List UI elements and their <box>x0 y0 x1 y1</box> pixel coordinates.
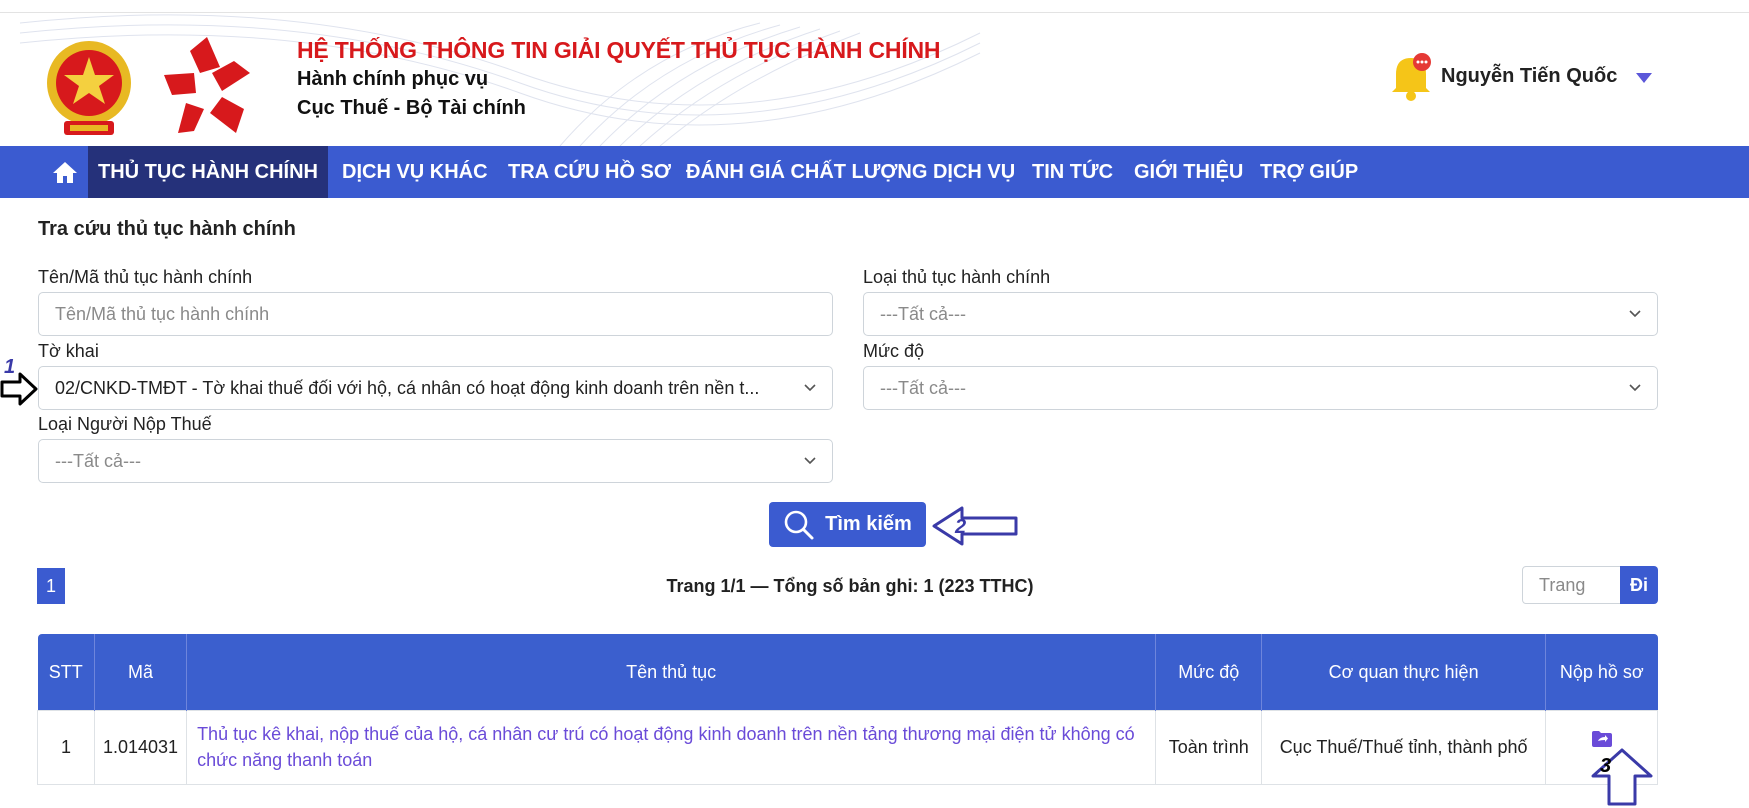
row-code: 1.014031 <box>93 709 188 785</box>
row-agency: Cục Thuế/Thuế tỉnh, thành phố <box>1261 709 1547 785</box>
nav-item-service-quality-rating[interactable]: ĐÁNH GIÁ CHẤT LƯỢNG DỊCH VỤ <box>676 146 1025 198</box>
column-header-stt: STT <box>37 634 95 710</box>
folder-submit-icon[interactable] <box>1591 730 1613 748</box>
column-header-name: Tên thủ tục <box>186 634 1157 710</box>
annotation-number-2: 2 <box>955 516 967 538</box>
nav-item-help[interactable]: TRỢ GIÚP <box>1250 146 1368 198</box>
system-title: HỆ THỐNG THÔNG TIN GIẢI QUYẾT THỦ TỤC HÀ… <box>297 37 941 63</box>
chevron-down-icon <box>1629 310 1641 318</box>
nav-item-administrative-procedures[interactable]: THỦ TỤC HÀNH CHÍNH <box>88 146 328 198</box>
header-swirl-decoration <box>19 14 981 146</box>
annotation-arrow-left-icon <box>932 506 1018 546</box>
column-header-code: Mã <box>94 634 188 710</box>
national-emblem-logo <box>47 41 131 135</box>
header-subtitle-service: Hành chính phục vụ <box>297 68 489 90</box>
goto-page-input[interactable]: Trang <box>1522 566 1621 604</box>
site-header: HỆ THỐNG THÔNG TIN GIẢI QUYẾT THỦ TỤC HÀ… <box>0 13 1749 146</box>
chevron-down-icon <box>1629 384 1641 392</box>
nav-item-about[interactable]: GIỚI THIỆU <box>1124 146 1253 198</box>
chevron-down-icon <box>804 384 816 392</box>
nav-item-news[interactable]: TIN TỨC <box>1022 146 1123 198</box>
annotation-arrow-right-icon <box>0 372 38 406</box>
header-subtitle-agency: Cục Thuế - Bộ Tài chính <box>297 97 526 119</box>
chevron-down-icon <box>804 457 816 465</box>
administrative-reform-logo <box>164 37 250 133</box>
notification-bell-icon[interactable] <box>1388 50 1434 102</box>
column-header-level: Mức độ <box>1155 634 1263 710</box>
nav-item-dossier-lookup[interactable]: TRA CỨU HỒ SƠ <box>498 146 681 198</box>
section-title: Tra cứu thủ tục hành chính <box>38 218 296 240</box>
row-level: Toàn trình <box>1155 709 1263 785</box>
user-name[interactable]: Nguyễn Tiến Quốc <box>1441 65 1617 88</box>
pagination-summary: Trang 1/1 — Tổng số bản ghi: 1 (223 TTHC… <box>666 576 1034 596</box>
name-code-label: Tên/Mã thủ tục hành chính <box>38 267 253 287</box>
annotation-number-3: 3 <box>1600 755 1612 777</box>
column-header-submit: Nộp hồ sơ <box>1545 634 1658 710</box>
search-button-label: Tìm kiếm <box>825 513 912 535</box>
search-button[interactable]: Tìm kiếm <box>769 502 926 547</box>
procedure-type-select[interactable]: ---Tất cả--- <box>863 292 1658 336</box>
table-row: 1 1.014031 Thủ tục kê khai, nộp thuế của… <box>37 709 1658 785</box>
procedure-type-label: Loại thủ tục hành chính <box>863 267 1051 287</box>
name-code-input[interactable]: Tên/Mã thủ tục hành chính <box>38 292 833 336</box>
user-menu-caret-icon[interactable] <box>1636 73 1652 83</box>
level-select[interactable]: ---Tất cả--- <box>863 366 1658 410</box>
nav-item-other-services[interactable]: DỊCH VỤ KHÁC <box>332 146 498 198</box>
declaration-select[interactable]: 02/CNKD-TMĐT - Tờ khai thuế đối với hộ, … <box>38 366 833 410</box>
search-icon <box>784 510 814 539</box>
home-icon[interactable] <box>42 146 88 198</box>
table-header-row: STT Mã Tên thủ tục Mức độ Cơ quan thực h… <box>37 634 1658 710</box>
taxpayer-type-select[interactable]: ---Tất cả--- <box>38 439 833 483</box>
procedures-table: STT Mã Tên thủ tục Mức độ Cơ quan thực h… <box>37 634 1658 785</box>
column-header-agency: Cơ quan thực hiện <box>1261 634 1547 710</box>
taxpayer-type-label: Loại Người Nộp Thuế <box>38 414 212 434</box>
main-navigation: THỦ TỤC HÀNH CHÍNH DỊCH VỤ KHÁC TRA CỨU … <box>0 146 1749 198</box>
row-stt: 1 <box>37 709 95 785</box>
goto-page-button[interactable]: Đi <box>1620 566 1658 604</box>
level-label: Mức độ <box>863 341 925 361</box>
pagination-page-1[interactable]: 1 <box>37 568 65 604</box>
row-procedure-name-link[interactable]: Thủ tục kê khai, nộp thuế của hộ, cá nhâ… <box>186 709 1157 785</box>
declaration-label: Tờ khai <box>38 341 99 361</box>
